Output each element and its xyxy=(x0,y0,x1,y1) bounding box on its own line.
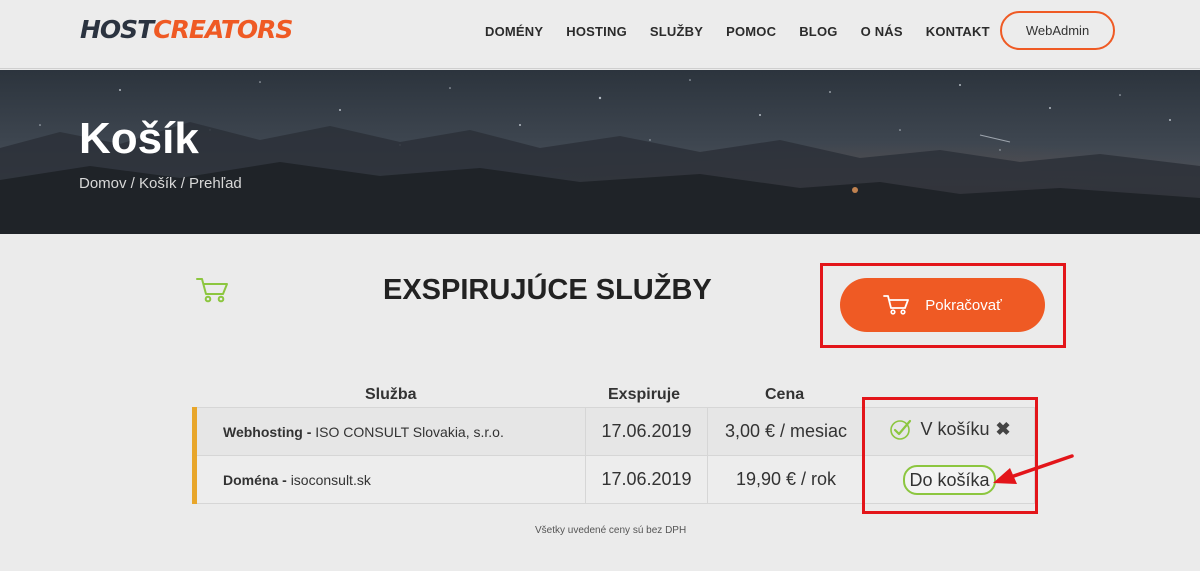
continue-label: Pokračovať xyxy=(925,296,1002,314)
service-cell: Doména - isoconsult.sk xyxy=(192,455,586,504)
price-cell: 19,90 € / rok xyxy=(707,455,865,504)
column-header-price: Cena xyxy=(765,386,805,403)
nav-item-blog[interactable]: BLOG xyxy=(799,24,837,40)
nav-item-kontakt[interactable]: KONTAKT xyxy=(926,24,990,40)
hero-banner: Košík Domov / Košík / Prehľad xyxy=(0,70,1200,234)
breadcrumb[interactable]: Domov / Košík / Prehľad xyxy=(79,175,242,193)
service-cell: Webhosting - ISO CONSULT Slovakia, s.r.o… xyxy=(192,407,586,456)
arrow-icon xyxy=(993,454,1074,484)
nav-item-o-nas[interactable]: O NÁS xyxy=(861,24,903,40)
expires-cell: 17.06.2019 xyxy=(585,407,708,456)
price-note: Všetky uvedené ceny sú bez DPH xyxy=(535,525,687,536)
column-header-expires: Exspiruje xyxy=(608,386,681,403)
service-name: isoconsult.sk xyxy=(290,471,371,488)
nav-item-hosting[interactable]: HOSTING xyxy=(566,24,627,40)
nav-item-domeny[interactable]: DOMÉNY xyxy=(485,24,543,40)
service-name: ISO CONSULT Slovakia, s.r.o. xyxy=(315,423,504,440)
main-nav: DOMÉNY HOSTING SLUŽBY POMOC BLOG O NÁS K… xyxy=(485,24,1013,40)
nav-item-pomoc[interactable]: POMOC xyxy=(726,24,776,40)
continue-button[interactable]: Pokračovať xyxy=(840,278,1045,332)
page-title: Košík xyxy=(79,114,199,163)
webadmin-button[interactable]: WebAdmin xyxy=(1000,11,1115,50)
site-header: HOSTCREATORS DOMÉNY HOSTING SLUŽBY POMOC… xyxy=(0,0,1200,69)
cart-icon xyxy=(196,278,228,303)
cart-icon xyxy=(883,295,910,315)
section-title: EXSPIRUJÚCE SLUŽBY xyxy=(383,274,712,306)
logo[interactable]: HOSTCREATORS xyxy=(80,15,293,45)
price-cell: 3,00 € / mesiac xyxy=(707,407,865,456)
expires-cell: 17.06.2019 xyxy=(585,455,708,504)
service-type: Webhosting - xyxy=(223,423,312,440)
service-type: Doména - xyxy=(223,471,287,488)
nav-item-sluzby[interactable]: SLUŽBY xyxy=(650,24,703,40)
column-header-service: Služba xyxy=(365,386,417,403)
